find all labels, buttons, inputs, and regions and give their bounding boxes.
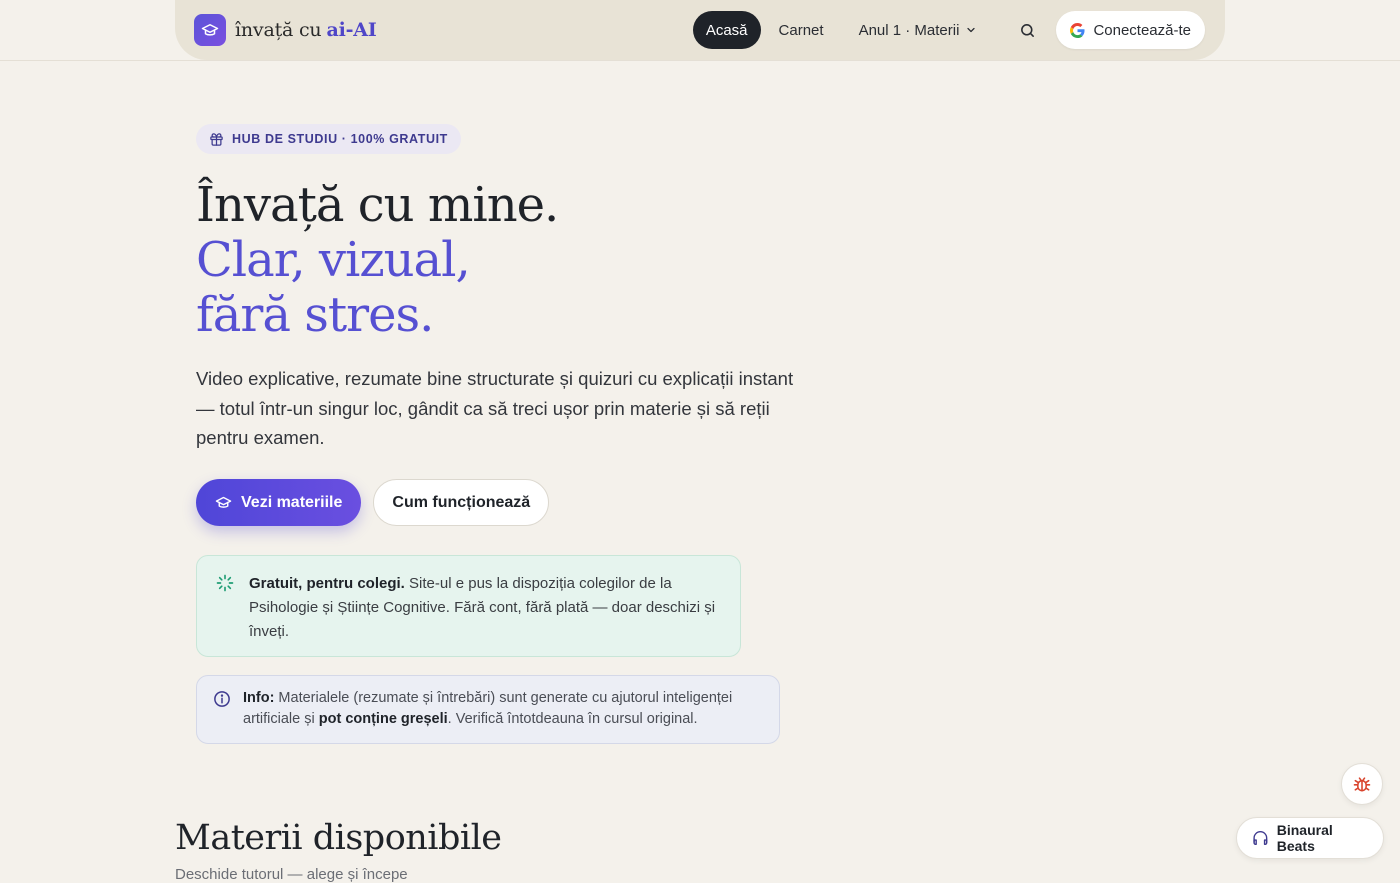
bug-icon bbox=[1353, 777, 1371, 792]
headphones-icon bbox=[1253, 831, 1268, 845]
hero-badge-label: HUB DE STUDIU · 100% GRATUIT bbox=[232, 132, 448, 146]
info-note-label: Info: bbox=[243, 690, 275, 706]
hero-title-line1: Învață cu mine. bbox=[196, 177, 559, 233]
hero-badge: HUB DE STUDIU · 100% GRATUIT bbox=[196, 124, 461, 154]
brand-logo bbox=[194, 14, 226, 46]
view-subjects-label: Vezi materiile bbox=[241, 493, 343, 511]
nav-subjects-label: Anul 1 · Materii bbox=[858, 21, 960, 39]
brand-name-accent: ai-AI bbox=[326, 19, 377, 41]
view-subjects-button[interactable]: Vezi materiile bbox=[196, 479, 362, 526]
info-icon bbox=[214, 691, 230, 707]
how-it-works-button[interactable]: Cum funcționează bbox=[373, 479, 550, 526]
top-navbar: învață cu ai-AI Acasă Carnet Anul 1 · Mat… bbox=[175, 0, 1225, 60]
nav-home[interactable]: Acasă bbox=[692, 11, 761, 49]
info-note-text-2: . Verifică întotdeauna în cursul origina… bbox=[447, 711, 698, 727]
main-nav: Acasă Carnet Anul 1 · Materii Conectează… bbox=[692, 11, 1205, 49]
google-icon bbox=[1070, 22, 1085, 38]
brand[interactable]: învață cu ai-AI bbox=[194, 14, 377, 46]
search-button[interactable] bbox=[1008, 11, 1046, 49]
nav-notebook[interactable]: Carnet bbox=[766, 11, 837, 49]
brand-name: învață cu ai-AI bbox=[235, 19, 377, 41]
hero-description: Video explicative, rezumate bine structu… bbox=[196, 368, 794, 448]
search-icon bbox=[1020, 23, 1034, 37]
graduation-cap-icon bbox=[201, 24, 219, 36]
gift-icon bbox=[210, 132, 223, 146]
binaural-beats-label: Binaural Beats bbox=[1276, 822, 1333, 854]
header-divider bbox=[0, 60, 1400, 61]
chevron-down-icon bbox=[967, 27, 976, 33]
subjects-section-title: Materii disponibile bbox=[175, 818, 502, 858]
info-note: Info: Materialele (rezumate și întrebări… bbox=[196, 675, 780, 744]
login-button[interactable]: Conectează-te bbox=[1056, 11, 1205, 49]
free-note: Gratuit, pentru colegi. Site-ul e pus la… bbox=[196, 555, 741, 657]
report-bug-button[interactable] bbox=[1341, 763, 1383, 805]
hero-title-line2: Clar, vizual, fără stres. bbox=[196, 232, 471, 343]
graduation-cap-icon bbox=[215, 496, 232, 508]
brand-name-main: învață cu bbox=[235, 19, 322, 41]
info-note-bold: pot conține greșeli bbox=[318, 711, 448, 727]
cta-row: Vezi materiile Cum funcționează bbox=[196, 479, 550, 526]
free-note-title: Gratuit, pentru colegi. bbox=[249, 575, 405, 592]
login-label: Conectează-te bbox=[1093, 21, 1191, 39]
nav-subjects-dropdown[interactable]: Anul 1 · Materii bbox=[846, 11, 991, 49]
hero-title: Învață cu mine. Clar, vizual, fără stres… bbox=[196, 178, 816, 343]
binaural-beats-button[interactable]: Binaural Beats bbox=[1236, 817, 1384, 859]
spinner-icon bbox=[216, 574, 234, 592]
